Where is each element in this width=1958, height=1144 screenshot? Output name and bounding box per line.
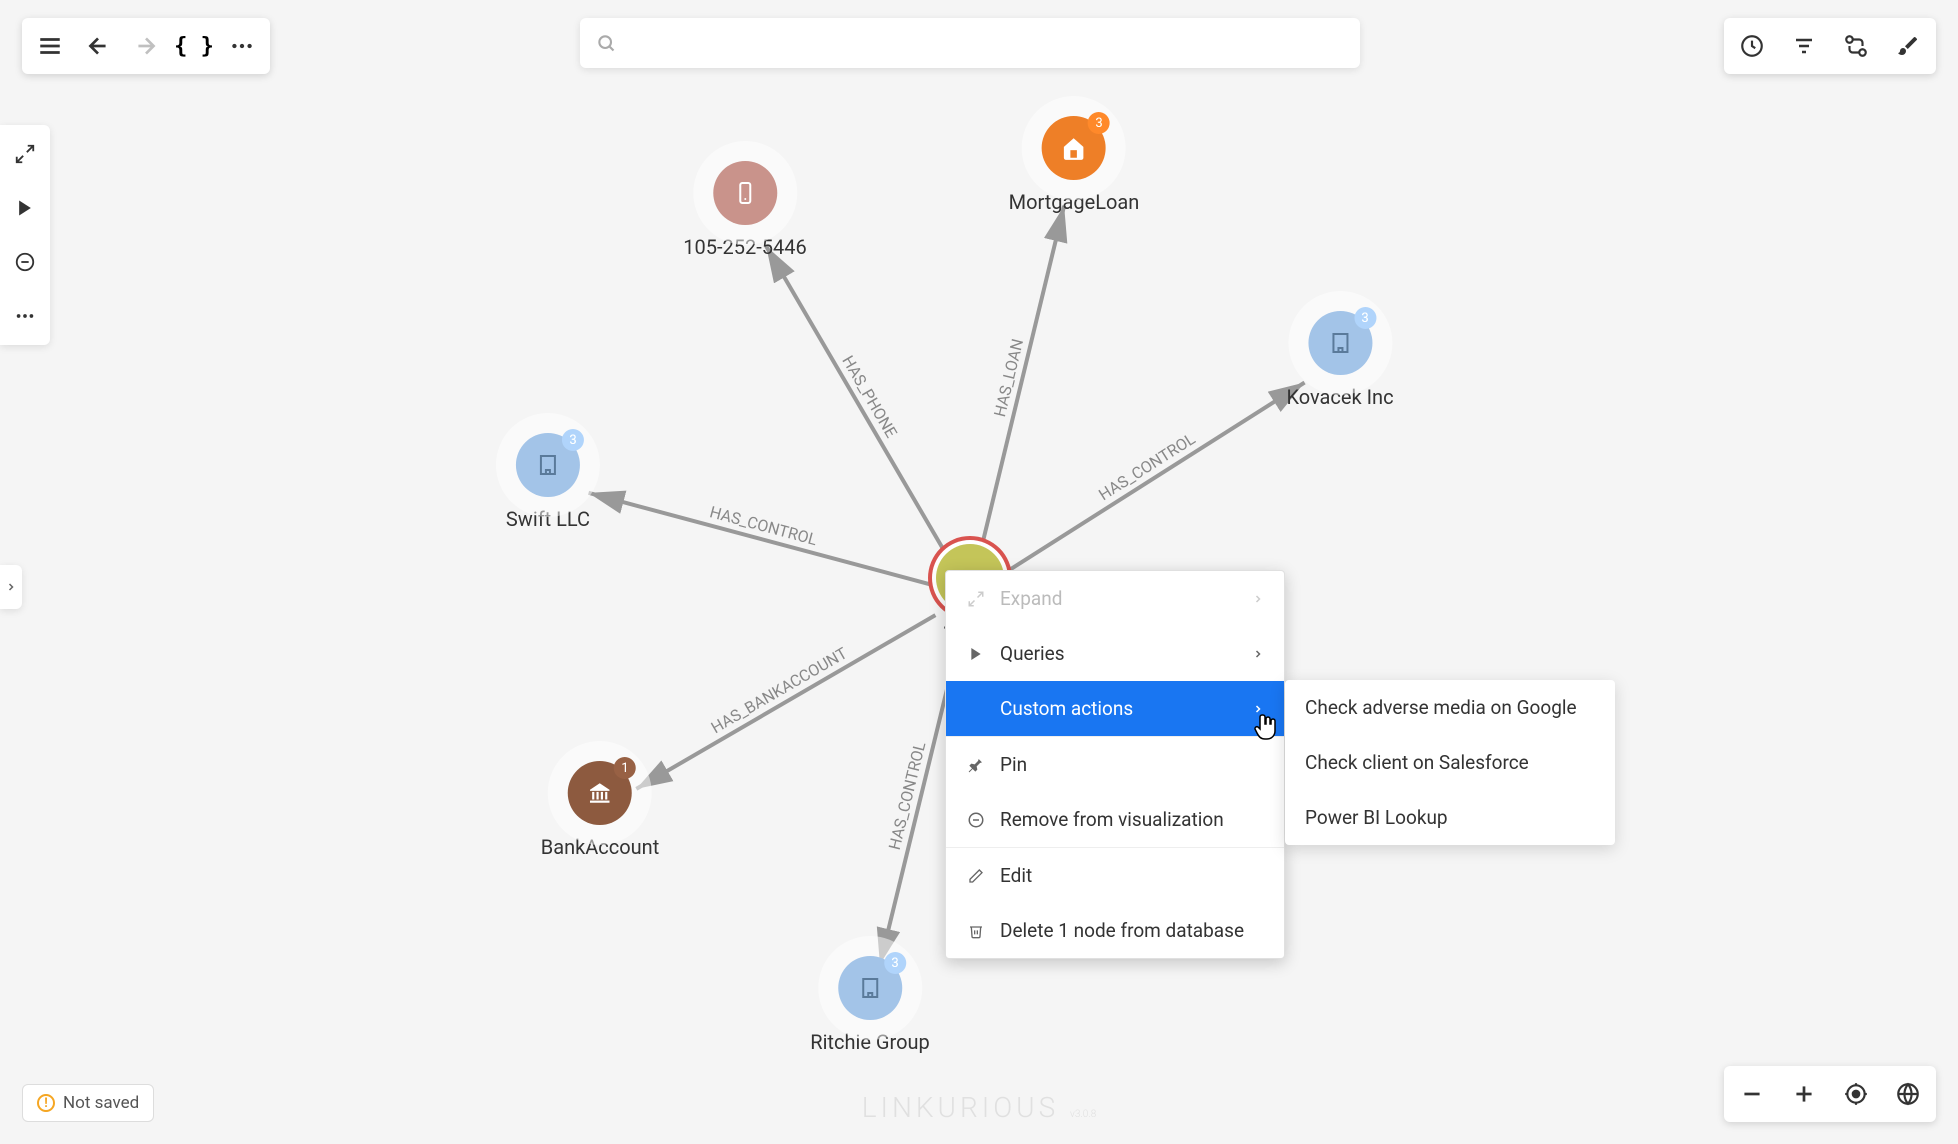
search-input[interactable] xyxy=(626,33,1344,54)
submenu-item-1[interactable]: Check client on Salesforce xyxy=(1285,735,1615,790)
minus-button[interactable] xyxy=(4,241,46,283)
bottom-controls xyxy=(1724,1066,1936,1122)
expand-icon xyxy=(966,590,986,608)
edge[interactable] xyxy=(589,493,932,585)
menu-expand: Expand xyxy=(946,571,1284,626)
menu-remove[interactable]: Remove from visualization xyxy=(946,792,1284,847)
chevron-right-icon xyxy=(1252,642,1264,665)
custom-actions-submenu: Check adverse media on GoogleCheck clien… xyxy=(1285,680,1615,845)
status-label: Not saved xyxy=(63,1093,139,1113)
menu-label: Custom actions xyxy=(1000,697,1133,720)
trash-icon xyxy=(966,923,986,939)
menu-edit[interactable]: Edit xyxy=(946,848,1284,903)
watermark: LINKURIOUS v3.0.8 xyxy=(862,1091,1097,1124)
edge[interactable] xyxy=(1004,383,1305,574)
node-label: BankAccount xyxy=(541,835,660,859)
node-label: Swift LLC xyxy=(506,507,590,531)
node-label: MortgageLoan xyxy=(1009,190,1140,214)
save-status: ! Not saved xyxy=(22,1084,154,1122)
node-swift[interactable]: 3 Swift LLC xyxy=(506,433,590,531)
more-button[interactable] xyxy=(220,24,264,68)
zoom-in-button[interactable] xyxy=(1782,1072,1826,1116)
edge-label: HAS_PHONE xyxy=(838,352,901,441)
right-toolbar xyxy=(1724,18,1936,74)
top-toolbar: { } xyxy=(22,18,270,74)
back-button[interactable] xyxy=(76,24,120,68)
submenu-item-0[interactable]: Check adverse media on Google xyxy=(1285,680,1615,735)
filter-button[interactable] xyxy=(1782,24,1826,68)
side-handle[interactable] xyxy=(0,565,22,609)
clock-button[interactable] xyxy=(1730,24,1774,68)
layout-button[interactable] xyxy=(1834,24,1878,68)
cursor-icon xyxy=(1254,713,1278,737)
minus-circle-icon xyxy=(966,811,986,829)
code-button[interactable]: { } xyxy=(172,24,216,68)
edge-label: HAS_BANKACCOUNT xyxy=(708,643,851,737)
menu-label: Edit xyxy=(1000,864,1032,887)
pin-icon xyxy=(966,757,986,773)
menu-label: Queries xyxy=(1000,642,1065,665)
zoom-out-button[interactable] xyxy=(1730,1072,1774,1116)
menu-button[interactable] xyxy=(28,24,72,68)
chevron-right-icon xyxy=(1252,587,1264,610)
node-ritchie[interactable]: 3 Ritchie Group xyxy=(810,956,930,1054)
node-label: 105-252-5446 xyxy=(683,235,806,259)
brush-button[interactable] xyxy=(1886,24,1930,68)
edge-label: HAS_CONTROL xyxy=(1095,429,1199,504)
node-kovacek[interactable]: 3 Kovacek Inc xyxy=(1286,311,1393,409)
search-icon xyxy=(596,33,616,53)
menu-label: Pin xyxy=(1000,753,1027,776)
forward-button[interactable] xyxy=(124,24,168,68)
menu-label: Remove from visualization xyxy=(1000,808,1224,831)
edge[interactable] xyxy=(766,246,950,560)
locate-button[interactable] xyxy=(1834,1072,1878,1116)
fullscreen-button[interactable] xyxy=(4,133,46,175)
side-panel xyxy=(0,125,50,345)
node-label: Ritchie Group xyxy=(810,1030,930,1054)
node-phone[interactable]: 105-252-5446 xyxy=(683,161,806,259)
node-bank[interactable]: 1 BankAccount xyxy=(541,761,660,859)
globe-button[interactable] xyxy=(1886,1072,1930,1116)
pencil-icon xyxy=(966,868,986,884)
edge[interactable] xyxy=(636,615,935,789)
play-button[interactable] xyxy=(4,187,46,229)
warning-icon: ! xyxy=(37,1094,55,1112)
menu-queries[interactable]: Queries xyxy=(946,626,1284,681)
node-mortgage[interactable]: 3 MortgageLoan xyxy=(1009,116,1140,214)
search-box[interactable] xyxy=(580,18,1360,68)
node-label: Kovacek Inc xyxy=(1286,385,1393,409)
side-more-button[interactable] xyxy=(4,295,46,337)
edge-label: HAS_CONTROL xyxy=(708,502,820,549)
menu-delete[interactable]: Delete 1 node from database xyxy=(946,903,1284,958)
play-icon xyxy=(966,646,986,662)
menu-custom[interactable]: Custom actions xyxy=(946,681,1284,736)
context-menu: Expand Queries Custom actions Pin Remove… xyxy=(945,570,1285,959)
submenu-item-2[interactable]: Power BI Lookup xyxy=(1285,790,1615,845)
edge[interactable] xyxy=(979,206,1064,556)
menu-pin[interactable]: Pin xyxy=(946,737,1284,792)
menu-label: Expand xyxy=(1000,587,1062,610)
menu-label: Delete 1 node from database xyxy=(1000,919,1244,942)
